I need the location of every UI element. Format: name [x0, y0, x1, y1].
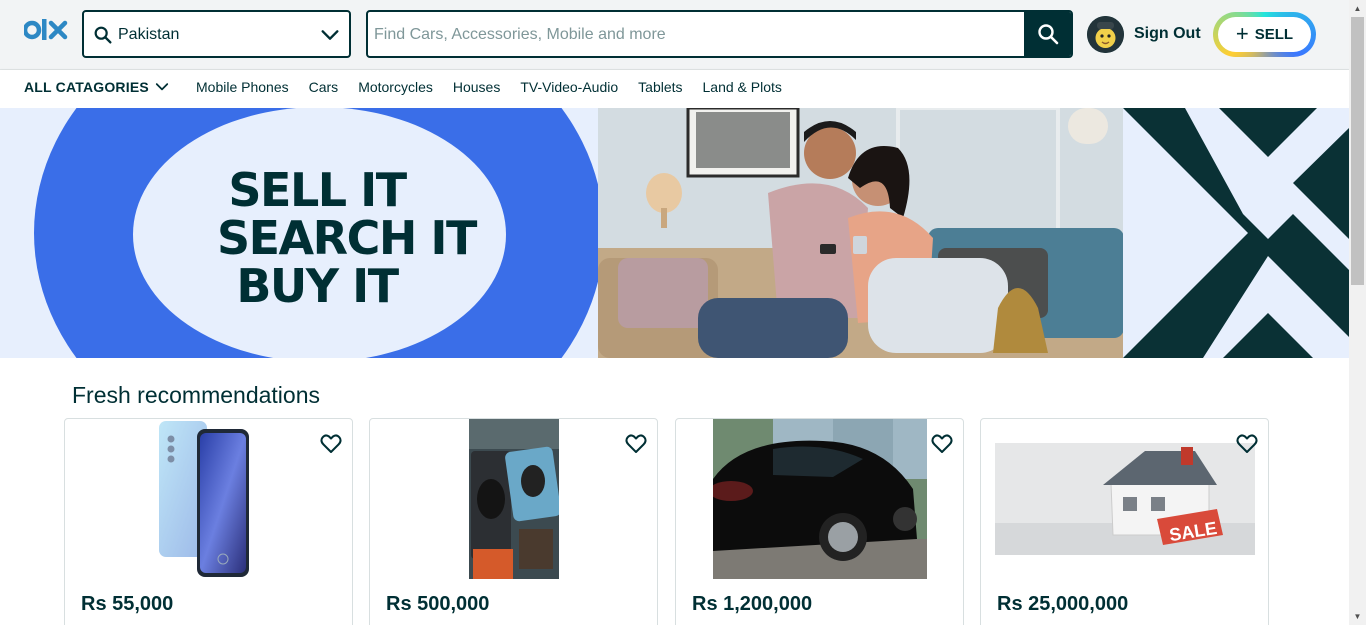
search-icon	[94, 26, 112, 44]
listing-price: Rs 1,200,000	[692, 593, 813, 615]
scroll-up-arrow-icon[interactable]: ▲	[1349, 0, 1366, 17]
category-links: Mobile Phones Cars Motorcycles Houses TV…	[196, 79, 782, 95]
heart-icon[interactable]	[930, 431, 954, 455]
search-bar	[366, 10, 1073, 58]
hero-slogan-panel: SELL IT SEARCH IT BUY IT	[0, 108, 598, 358]
chevron-down-icon[interactable]	[319, 24, 341, 46]
heart-icon[interactable]	[319, 431, 343, 455]
search-button[interactable]	[1024, 12, 1071, 56]
location-selector[interactable]	[82, 10, 351, 58]
computer-mouse-image	[370, 419, 657, 579]
category-link-tablets[interactable]: Tablets	[638, 79, 682, 95]
scroll-down-arrow-icon[interactable]: ▼	[1349, 608, 1366, 625]
category-link-land-plots[interactable]: Land & Plots	[703, 79, 782, 95]
page: Sign Out + SELL ALL CATAGORIES Mobile Ph…	[0, 0, 1349, 625]
category-link-mobile-phones[interactable]: Mobile Phones	[196, 79, 289, 95]
hero-slogan: SELL IT SEARCH IT BUY IT	[217, 163, 477, 313]
sell-button[interactable]: + SELL	[1213, 12, 1316, 57]
search-icon	[1037, 24, 1058, 45]
all-categories-label: ALL CATAGORIES	[24, 79, 149, 95]
listing-price: Rs 55,000	[81, 593, 174, 615]
scrollbar-thumb[interactable]	[1351, 17, 1364, 285]
sign-out-link[interactable]: Sign Out	[1134, 25, 1201, 43]
slogan-line: BUY IT	[236, 259, 399, 313]
hero-banner[interactable]: SELL IT SEARCH IT BUY IT	[0, 108, 1349, 358]
recommendations-title: Fresh recommendations	[72, 382, 320, 408]
listing-card[interactable]: SALE Rs 25,000,000	[980, 418, 1269, 625]
heart-icon[interactable]	[1235, 431, 1259, 455]
category-link-motorcycles[interactable]: Motorcycles	[358, 79, 433, 95]
listing-card[interactable]: Rs 1,200,000	[675, 418, 964, 625]
slogan-line: SEARCH IT	[217, 211, 477, 265]
sell-label: SELL	[1254, 26, 1294, 43]
search-input[interactable]	[374, 21, 1014, 49]
listing-price: Rs 500,000	[386, 593, 490, 615]
top-header: Sign Out + SELL	[0, 0, 1349, 70]
user-avatar-icon[interactable]	[1087, 16, 1124, 53]
hero-couple-photo	[598, 108, 1124, 358]
heart-icon[interactable]	[624, 431, 648, 455]
category-link-houses[interactable]: Houses	[453, 79, 500, 95]
olx-logo-icon[interactable]	[24, 17, 70, 47]
category-link-tv-video-audio[interactable]: TV-Video-Audio	[520, 79, 618, 95]
listing-price: Rs 25,000,000	[997, 593, 1129, 615]
black-sports-car-image	[676, 419, 963, 579]
all-categories-dropdown[interactable]: ALL CATAGORIES	[24, 79, 169, 95]
smartphone-image	[65, 419, 352, 579]
listing-card[interactable]: Rs 500,000	[369, 418, 658, 625]
slogan-line: SELL IT	[228, 163, 407, 217]
page-scrollbar[interactable]: ▲ ▼	[1349, 0, 1366, 625]
category-link-cars[interactable]: Cars	[309, 79, 339, 95]
plus-icon: +	[1235, 20, 1249, 46]
house-for-sale-image: SALE	[981, 419, 1268, 579]
listing-card[interactable]: Rs 55,000	[64, 418, 353, 625]
chevron-down-icon	[155, 83, 169, 91]
location-input[interactable]	[118, 21, 308, 49]
category-bar: ALL CATAGORIES Mobile Phones Cars Motorc…	[0, 70, 1349, 108]
hero-brand-panel	[1123, 108, 1349, 358]
